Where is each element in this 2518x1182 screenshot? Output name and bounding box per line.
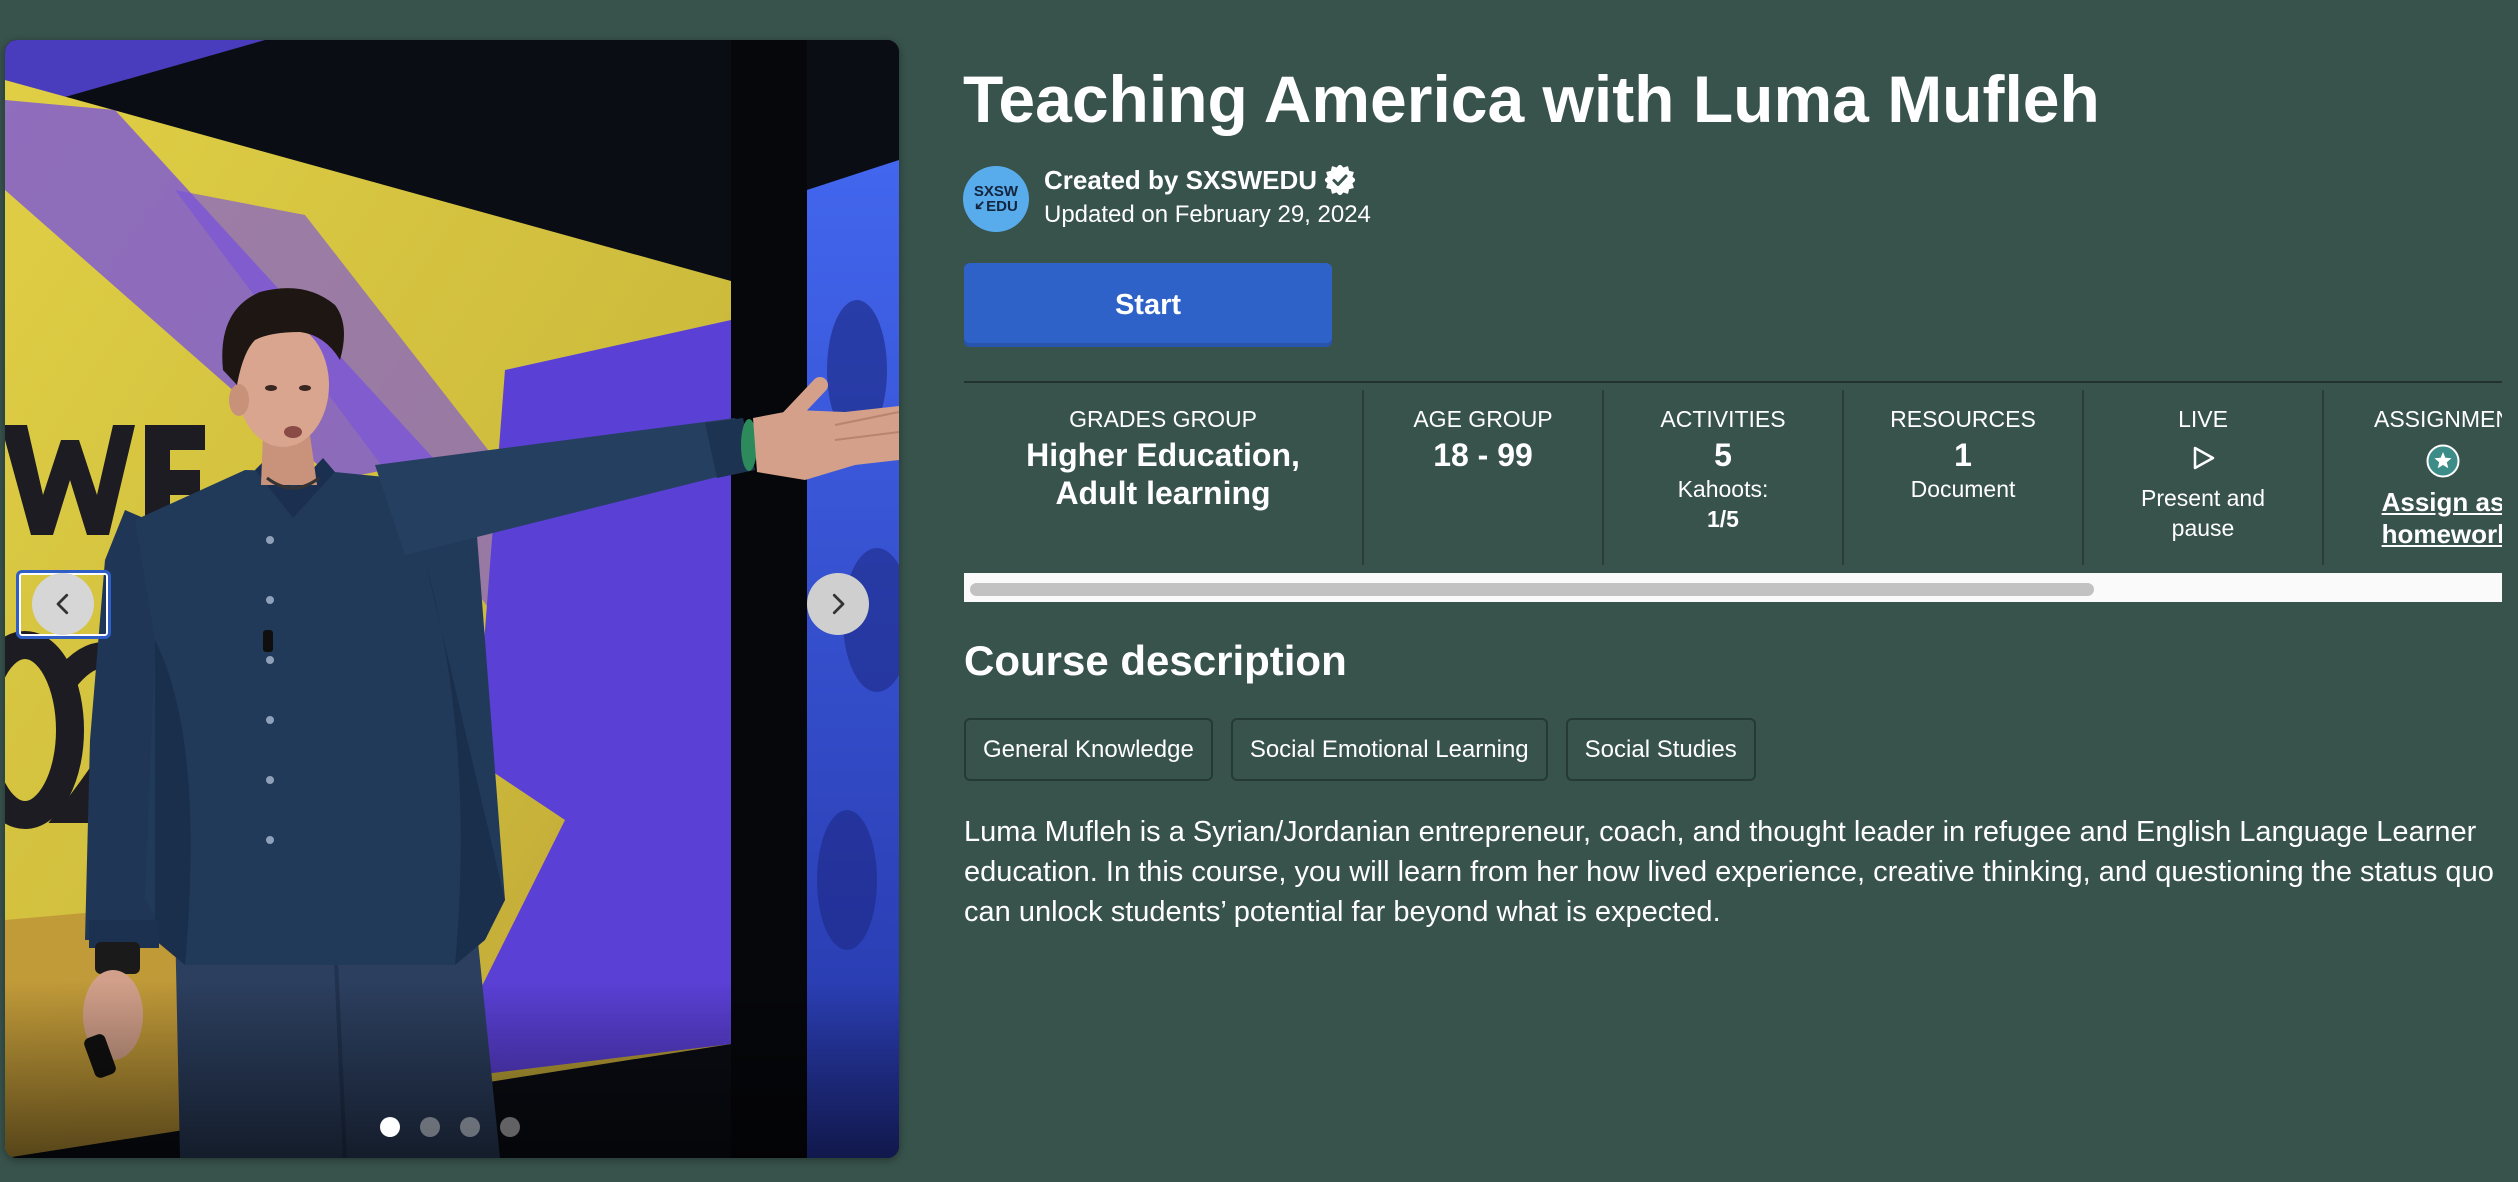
updated-date: Updated on February 29, 2024 — [1044, 201, 1371, 228]
course-stats[interactable]: GRADES GROUP Higher Education, Adult lea… — [964, 383, 2502, 573]
chevron-left-icon — [48, 589, 78, 619]
carousel-dots — [380, 1117, 520, 1137]
stat-age-group: AGE GROUP 18 - 99 — [1362, 390, 1602, 565]
tag-general-knowledge[interactable]: General Knowledge — [964, 718, 1213, 781]
creator-name[interactable]: Created by SXSWEDU — [1044, 164, 1317, 196]
subject-tags: General Knowledge Social Emotional Learn… — [964, 718, 1756, 781]
course-description-text: Luma Mufleh is a Syrian/Jordanian entrep… — [964, 816, 2494, 928]
stats-scrollbar[interactable] — [964, 573, 2502, 602]
cover-carousel — [5, 40, 899, 1158]
stat-label: ASSIGNMEN — [2373, 406, 2502, 432]
stat-activities: ACTIVITIES 5 Kahoots: 1/5 — [1602, 390, 1842, 565]
start-button[interactable]: Start — [964, 263, 1332, 347]
stat-sub-label: Kahoots: — [1677, 476, 1769, 502]
assign-link-line: homeworl — [2381, 519, 2502, 549]
carousel-prev-button[interactable] — [32, 573, 94, 635]
carousel-dot[interactable] — [500, 1117, 520, 1137]
stat-value: Higher Education, — [1026, 437, 1300, 473]
carousel-dot[interactable] — [420, 1117, 440, 1137]
stat-label: AGE GROUP — [1413, 406, 1553, 432]
stat-value: 18 - 99 — [1433, 437, 1533, 473]
stats-scrollbar-thumb[interactable] — [970, 583, 2094, 596]
stat-label: RESOURCES — [1890, 406, 2036, 432]
course-description-heading: Course description — [964, 637, 1347, 684]
stat-sub-label: Document — [1910, 476, 2016, 502]
stat-live: LIVE Present and pause — [2082, 390, 2322, 565]
course-cover-image — [5, 40, 899, 1158]
stat-label: GRADES GROUP — [1069, 406, 1257, 432]
carousel-dot[interactable] — [380, 1117, 400, 1137]
creator-avatar[interactable]: SXSW EDU — [963, 166, 1029, 232]
stat-assignment: ASSIGNMEN Assign as homeworl — [2322, 390, 2502, 565]
stat-sub-label: pause — [2171, 515, 2235, 541]
star-circle-icon — [2324, 444, 2502, 478]
course-title: Teaching America with Luma Mufleh — [963, 62, 2100, 136]
arrow-icon — [974, 199, 985, 214]
stat-label: ACTIVITIES — [1660, 406, 1786, 432]
chevron-right-icon — [823, 589, 853, 619]
stat-resources: RESOURCES 1 Document — [1842, 390, 2082, 565]
stat-value: Adult learning — [1055, 475, 1271, 511]
carousel-next-button[interactable] — [807, 573, 869, 635]
tag-social-emotional-learning[interactable]: Social Emotional Learning — [1230, 718, 1548, 781]
stat-label: LIVE — [2178, 406, 2228, 432]
stat-sub-value: 1/5 — [1707, 506, 1739, 532]
stat-value: 5 — [1714, 437, 1732, 473]
avatar-logo-line1: SXSW — [973, 183, 1019, 200]
avatar-logo-line2-wrap: EDU — [974, 199, 1018, 214]
tag-social-studies[interactable]: Social Studies — [1565, 718, 1756, 781]
verified-badge-icon — [1325, 165, 1356, 195]
stat-grades-group: GRADES GROUP Higher Education, Adult lea… — [964, 390, 1362, 565]
assign-homework-link[interactable]: Assign as homeworl — [2324, 486, 2502, 550]
play-outline-icon — [2084, 445, 2322, 471]
creator-line: Created by SXSWEDU — [1044, 164, 1356, 196]
stat-sub-label: Present and — [2140, 485, 2266, 511]
avatar-logo-line2: EDU — [986, 198, 1018, 215]
stat-value: 1 — [1954, 437, 1972, 473]
stats-row: GRADES GROUP Higher Education, Adult lea… — [964, 383, 2502, 565]
assign-link-line: Assign as — [2381, 487, 2502, 517]
carousel-dot[interactable] — [460, 1117, 480, 1137]
